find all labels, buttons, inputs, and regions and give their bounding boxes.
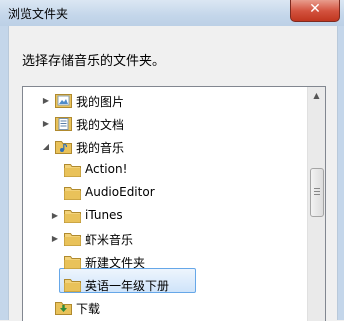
arrow-up-icon: ▲: [313, 91, 320, 100]
close-button[interactable]: ✕: [290, 0, 340, 22]
scrollbar-thumb[interactable]: [310, 168, 324, 217]
collapse-arrow-icon[interactable]: ◢: [41, 142, 51, 152]
window-frame-left: [0, 26, 8, 320]
folder-icon: [64, 164, 81, 177]
folder-icon: [64, 233, 81, 246]
folder-icon: [64, 279, 81, 292]
folder-tree[interactable]: ▶ 我的图片 ▶ 我的文档 ◢ 我的音乐 Action! AudioEditor…: [22, 86, 326, 321]
tree-item-label: 我的图片: [76, 95, 125, 109]
tree-item-pictures[interactable]: ▶ 我的图片: [23, 90, 303, 112]
close-icon: ✕: [309, 1, 321, 17]
pictures-icon: [55, 94, 72, 108]
grip-line: [314, 188, 320, 189]
vertical-scrollbar[interactable]: ▲: [307, 87, 325, 321]
grip-line: [314, 194, 320, 195]
expand-arrow-icon[interactable]: ▶: [50, 211, 60, 221]
download-icon: [55, 302, 72, 315]
tree-item-action[interactable]: Action!: [23, 159, 303, 181]
tree-item-music[interactable]: ◢ 我的音乐: [23, 136, 303, 158]
tree-item-label: AudioEditor: [85, 185, 155, 199]
folder-icon: [64, 187, 81, 200]
tree-item-label: Action!: [85, 162, 128, 176]
instruction-text: 选择存储音乐的文件夹。: [22, 54, 166, 69]
tree-item-xiami[interactable]: ▶ 虾米音乐: [23, 228, 303, 250]
tree-item-downloads[interactable]: 下载: [23, 297, 303, 319]
scroll-up-button[interactable]: ▲: [308, 87, 325, 104]
tree-item-label: 我的文档: [76, 118, 125, 132]
expand-arrow-icon[interactable]: ▶: [41, 119, 51, 129]
window-title: 浏览文件夹: [8, 7, 69, 21]
tree-item-label: 虾米音乐: [85, 233, 134, 247]
music-folder-icon: [55, 141, 72, 154]
expand-arrow-icon[interactable]: ▶: [50, 234, 60, 244]
tree-item-label: 下载: [76, 302, 101, 316]
tree-item-label: 新建文件夹: [85, 256, 146, 270]
tree-item-new-folder[interactable]: 新建文件夹: [23, 251, 303, 273]
title-bar[interactable]: 浏览文件夹 ✕: [0, 0, 344, 26]
tree-item-label: iTunes: [85, 208, 123, 222]
tree-item-label: 我的音乐: [76, 141, 125, 155]
documents-icon: [55, 117, 72, 131]
folder-icon: [64, 256, 81, 269]
expand-arrow-icon[interactable]: ▶: [41, 96, 51, 106]
tree-item-documents[interactable]: ▶ 我的文档: [23, 113, 303, 135]
tree-item-label: 英语一年级下册: [85, 279, 170, 293]
grip-line: [314, 191, 320, 192]
tree-item-audioeditor[interactable]: AudioEditor: [23, 182, 303, 204]
tree-item-english-grade1[interactable]: 英语一年级下册: [23, 274, 303, 296]
tree-item-itunes[interactable]: ▶ iTunes: [23, 205, 303, 227]
folder-icon: [64, 210, 81, 223]
